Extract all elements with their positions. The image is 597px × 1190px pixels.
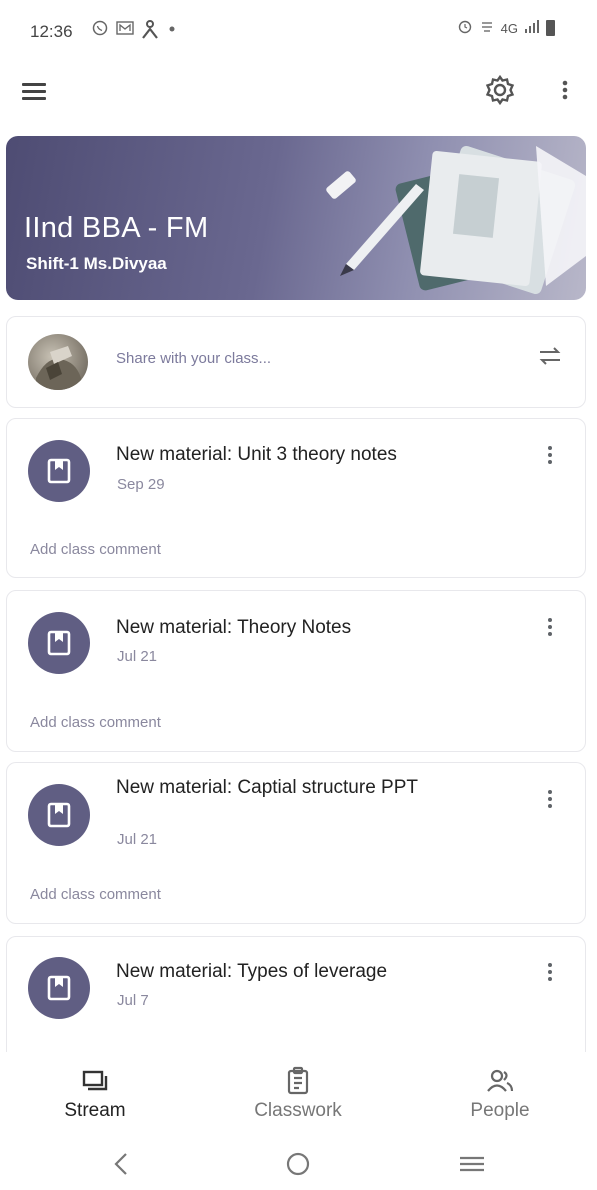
accessibility-icon bbox=[140, 20, 158, 39]
network-type-label: 4G bbox=[500, 20, 518, 36]
home-icon[interactable] bbox=[278, 1146, 318, 1182]
more-vertical-icon[interactable] bbox=[538, 440, 562, 470]
app-bar bbox=[0, 62, 597, 122]
repost-icon[interactable] bbox=[536, 342, 564, 370]
class-subtitle: Shift-1 Ms.Divyaa bbox=[26, 254, 167, 273]
more-vertical-icon[interactable] bbox=[538, 957, 562, 987]
status-time: 12:36 bbox=[30, 22, 73, 41]
post-title[interactable]: New material: Unit 3 theory notes bbox=[116, 443, 496, 467]
post-title[interactable]: New material: Theory Notes bbox=[116, 616, 496, 640]
stream-icon bbox=[80, 1066, 110, 1096]
post-date: Jul 7 bbox=[117, 992, 149, 1009]
tab-people-label: People bbox=[470, 1100, 530, 1121]
people-icon bbox=[485, 1066, 515, 1096]
tab-classwork-label: Classwork bbox=[254, 1100, 342, 1121]
status-icons-right: 4G bbox=[457, 20, 555, 36]
more-vertical-icon[interactable] bbox=[555, 72, 575, 108]
battery-icon bbox=[546, 20, 555, 36]
tab-classwork[interactable]: Classwork bbox=[223, 1052, 373, 1132]
menu-icon[interactable] bbox=[20, 76, 50, 106]
banner-illustration bbox=[326, 145, 586, 295]
signal-icon bbox=[524, 20, 540, 36]
more-vertical-icon[interactable] bbox=[538, 784, 562, 814]
dot-icon bbox=[164, 20, 180, 36]
post-date: Jul 21 bbox=[117, 831, 158, 848]
more-vertical-icon[interactable] bbox=[538, 612, 562, 642]
post-date: Jul 21 bbox=[117, 648, 158, 665]
post-card[interactable] bbox=[6, 936, 586, 1066]
material-icon bbox=[28, 784, 90, 846]
clipboard-icon bbox=[283, 1066, 313, 1096]
post-title[interactable]: New material: Types of leverage bbox=[116, 960, 496, 984]
whatsapp-icon bbox=[92, 20, 108, 36]
alarm-icon bbox=[457, 20, 473, 36]
add-class-comment-link[interactable]: Add class comment bbox=[30, 541, 161, 558]
share-card[interactable] bbox=[6, 316, 586, 408]
back-icon[interactable] bbox=[102, 1146, 142, 1182]
status-bar: 12:36 4G bbox=[0, 0, 597, 62]
post-date: Sep 29 bbox=[117, 476, 165, 493]
add-class-comment-link[interactable]: Add class comment bbox=[30, 714, 161, 731]
share-input[interactable]: Share with your class... bbox=[116, 350, 271, 367]
material-icon bbox=[28, 612, 90, 674]
status-icons-left bbox=[92, 20, 180, 39]
tab-stream[interactable]: Stream bbox=[20, 1052, 170, 1132]
volte-icon bbox=[479, 20, 495, 36]
recents-icon[interactable] bbox=[452, 1146, 492, 1182]
material-icon bbox=[28, 440, 90, 502]
material-icon bbox=[28, 957, 90, 1019]
avatar bbox=[28, 334, 88, 390]
add-class-comment-link[interactable]: Add class comment bbox=[30, 886, 161, 903]
classroom-stream-screen: 12:36 4G IInd BBA - FM Shift-1 Ms.Divyaa… bbox=[0, 0, 597, 1190]
tab-people[interactable]: People bbox=[425, 1052, 575, 1132]
class-title: IInd BBA - FM bbox=[24, 212, 209, 244]
system-navigation-bar bbox=[0, 1136, 597, 1190]
tab-stream-label: Stream bbox=[64, 1100, 126, 1121]
bottom-navigation: Stream Classwork People bbox=[0, 1052, 597, 1138]
post-title[interactable]: New material: Captial structure PPT bbox=[116, 776, 476, 800]
gear-icon[interactable] bbox=[482, 72, 518, 108]
mail-icon bbox=[116, 20, 134, 36]
